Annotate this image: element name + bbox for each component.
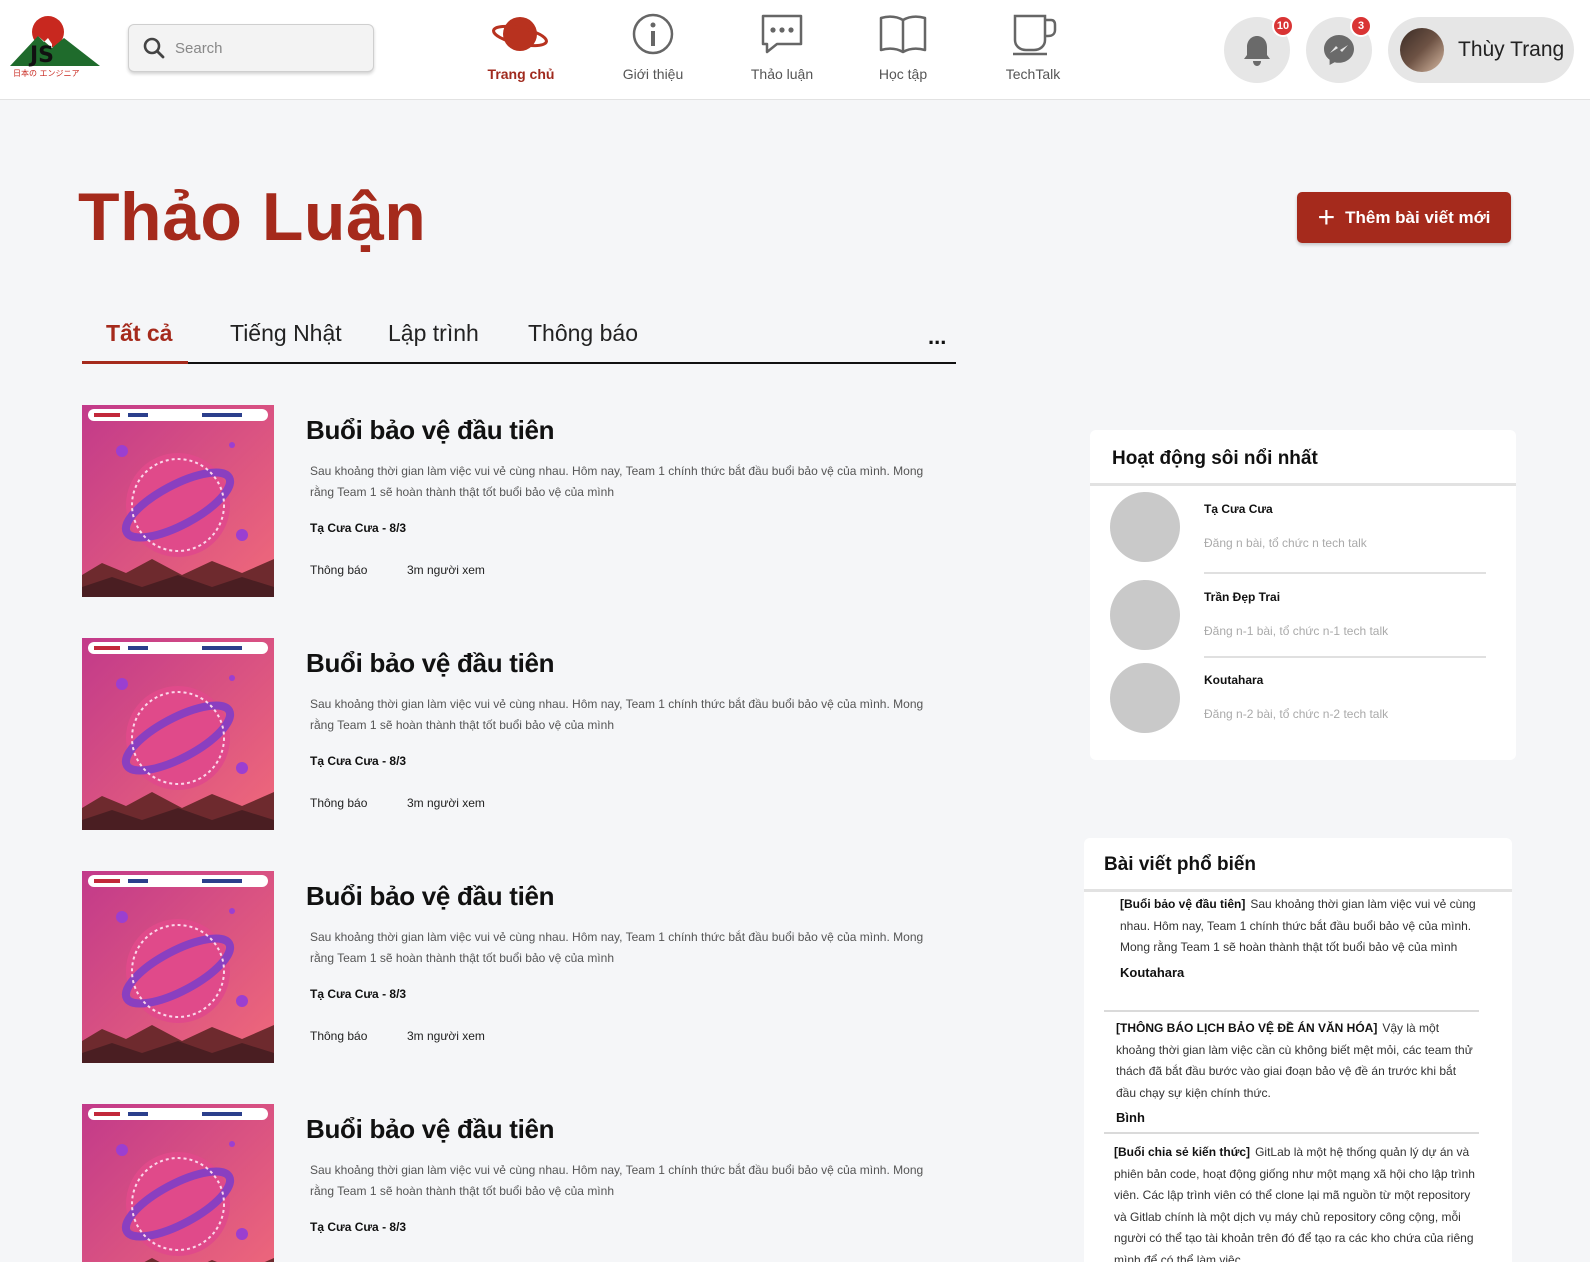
post-author-date: Tạ Cưa Cưa - 8/3 xyxy=(310,1220,407,1234)
site-logo[interactable]: JS 日本の エンジニア xyxy=(8,10,104,80)
category-tabs: Tất cả Tiếng Nhật Lập trình Thông báo ..… xyxy=(82,316,956,364)
avatar xyxy=(1110,663,1180,733)
avatar xyxy=(1110,492,1180,562)
popular-post-text: GitLab là một hệ thống quản lý dự án và … xyxy=(1114,1145,1475,1262)
page-title: Thảo Luận xyxy=(78,179,427,255)
popular-post-item[interactable]: [THÔNG BÁO LỊCH BẢO VỆ ĐỀ ÁN VĂN HÓA] Vậy… xyxy=(1116,1018,1476,1125)
active-tab-indicator xyxy=(82,361,188,364)
tab-programming[interactable]: Lập trình xyxy=(388,320,479,347)
post-thumbnail xyxy=(82,638,274,830)
nav-learning[interactable]: Học tập xyxy=(848,8,958,92)
post-title: Buổi bảo vệ đầu tiên xyxy=(306,881,555,911)
cup-icon xyxy=(1013,14,1057,56)
nav-discussion-label: Thảo luận xyxy=(750,66,814,82)
add-new-post-button[interactable]: + Thêm bài viết mới xyxy=(1297,192,1511,243)
post-thumbnail xyxy=(82,871,274,1063)
plus-icon: + xyxy=(1317,200,1336,234)
messages-button[interactable]: 3 xyxy=(1306,15,1372,83)
popular-post-author: Koutahara xyxy=(1120,964,1185,980)
popular-posts-panel: Bài viết phổ biến [Buổi bảo vệ đầu tiên]… xyxy=(1084,838,1512,1262)
popular-post-item[interactable]: [Buổi chia sẻ kiến thức] GitLab là một hệ… xyxy=(1114,1142,1476,1262)
post-category: Thông báo xyxy=(310,563,368,577)
post-excerpt: Sau khoảng thời gian làm việc vui vẻ cùn… xyxy=(310,697,924,732)
notifications-button[interactable]: 10 xyxy=(1224,15,1294,83)
active-user-row[interactable]: Koutahara Đăng n-2 bài, tổ chức n-2 tech… xyxy=(1110,657,1486,741)
nav-home-label: Trang chủ xyxy=(487,66,555,82)
nav-about-label: Giới thiệu xyxy=(622,66,684,82)
active-user-stats: Đăng n bài, tổ chức n tech talk xyxy=(1204,536,1367,550)
most-active-title: Hoạt động sôi nổi nhất xyxy=(1112,448,1318,469)
post-views: 3m người xem xyxy=(407,563,485,577)
post-author-date: Tạ Cưa Cưa - 8/3 xyxy=(310,754,407,768)
tab-announcements[interactable]: Thông báo xyxy=(528,320,638,347)
active-user-name: Tạ Cưa Cưa xyxy=(1204,502,1273,516)
post-thumbnail xyxy=(82,405,274,597)
item-divider xyxy=(1104,1132,1479,1134)
post-views: 3m người xem xyxy=(407,796,485,810)
search-icon xyxy=(143,37,165,59)
messages-badge: 3 xyxy=(1350,15,1372,37)
nav-about[interactable]: Giới thiệu xyxy=(598,8,708,92)
popular-posts-title: Bài viết phổ biến xyxy=(1104,854,1257,875)
post-excerpt: Sau khoảng thời gian làm việc vui vẻ cùn… xyxy=(310,464,924,499)
planet-icon xyxy=(492,17,548,51)
most-active-panel: Hoạt động sôi nổi nhất Tạ Cưa Cưa Đăng n… xyxy=(1090,430,1516,760)
tab-all[interactable]: Tất cả xyxy=(106,320,172,347)
search-input[interactable] xyxy=(175,39,355,57)
nav-discussion[interactable]: Thảo luận xyxy=(727,8,837,92)
popular-post-tag: [Buổi bảo vệ đầu tiên] xyxy=(1120,897,1246,911)
post-title: Buổi bảo vệ đầu tiên xyxy=(306,415,555,445)
post-title: Buổi bảo vệ đầu tiên xyxy=(306,648,555,678)
user-profile-button[interactable]: Thùy Trang xyxy=(1388,17,1574,83)
item-divider xyxy=(1104,1010,1479,1012)
active-user-name: Koutahara xyxy=(1204,673,1264,687)
post-card[interactable]: Buổi bảo vệ đầu tiên Sau khoảng thời gian… xyxy=(82,1104,952,1262)
messenger-icon xyxy=(1324,35,1354,65)
search-box[interactable] xyxy=(128,24,374,72)
post-card[interactable]: Buổi bảo vệ đầu tiên Sau khoảng thời gian… xyxy=(82,638,952,833)
tab-japanese[interactable]: Tiếng Nhật xyxy=(230,320,342,347)
popular-post-tag: [Buổi chia sẻ kiến thức] xyxy=(1114,1145,1251,1159)
post-category: Thông báo xyxy=(310,796,368,810)
book-icon xyxy=(879,15,927,54)
active-user-stats: Đăng n-2 bài, tổ chức n-2 tech talk xyxy=(1204,707,1389,721)
more-tabs-button[interactable]: ... xyxy=(928,324,946,350)
nav-techtalk[interactable]: TechTalk xyxy=(978,8,1088,92)
post-card[interactable]: Buổi bảo vệ đầu tiên Sau khoảng thời gian… xyxy=(82,405,952,600)
nav-home[interactable]: Trang chủ xyxy=(466,8,576,92)
active-user-row[interactable]: Tạ Cưa Cưa Đăng n bài, tổ chức n tech ta… xyxy=(1110,486,1486,570)
active-user-stats: Đăng n-1 bài, tổ chức n-1 tech talk xyxy=(1204,624,1389,638)
post-excerpt: Sau khoảng thời gian làm việc vui vẻ cùn… xyxy=(310,1163,924,1198)
popular-post-author: Bình xyxy=(1116,1110,1145,1125)
nav-learning-label: Học tập xyxy=(878,66,928,82)
bell-icon xyxy=(1244,36,1270,66)
add-new-post-label: Thêm bài viết mới xyxy=(1345,207,1491,227)
info-icon xyxy=(632,13,674,55)
avatar xyxy=(1110,580,1180,650)
svg-text:JS: JS xyxy=(28,43,54,68)
active-user-row[interactable]: Trần Đẹp Trai Đăng n-1 bài, tổ chức n-1 … xyxy=(1110,574,1486,658)
popular-post-tag: [THÔNG BÁO LỊCH BẢO VỆ ĐỀ ÁN VĂN HÓA] xyxy=(1116,1021,1378,1035)
nav-techtalk-label: TechTalk xyxy=(1005,66,1061,82)
post-excerpt: Sau khoảng thời gian làm việc vui vẻ cùn… xyxy=(310,930,924,965)
svg-text:日本の エンジニア: 日本の エンジニア xyxy=(13,68,80,78)
popular-post-item[interactable]: [Buổi bảo vệ đầu tiên] Sau khoảng thời gi… xyxy=(1120,894,1480,980)
panel-divider xyxy=(1084,889,1512,892)
active-user-name: Trần Đẹp Trai xyxy=(1204,590,1281,604)
avatar xyxy=(1400,28,1444,72)
chat-bubble-icon xyxy=(761,14,803,54)
post-thumbnail xyxy=(82,1104,274,1262)
post-author-date: Tạ Cưa Cưa - 8/3 xyxy=(310,987,407,1001)
top-navigation-bar: JS 日本の エンジニア Trang chủ Giới thiệu xyxy=(0,0,1590,100)
post-category: Thông báo xyxy=(310,1029,368,1043)
notifications-badge: 10 xyxy=(1272,15,1294,37)
post-card[interactable]: Buổi bảo vệ đầu tiên Sau khoảng thời gian… xyxy=(82,871,952,1066)
user-name: Thùy Trang xyxy=(1458,38,1565,61)
post-author-date: Tạ Cưa Cưa - 8/3 xyxy=(310,521,407,535)
post-title: Buổi bảo vệ đầu tiên xyxy=(306,1114,555,1144)
post-views: 3m người xem xyxy=(407,1029,485,1043)
